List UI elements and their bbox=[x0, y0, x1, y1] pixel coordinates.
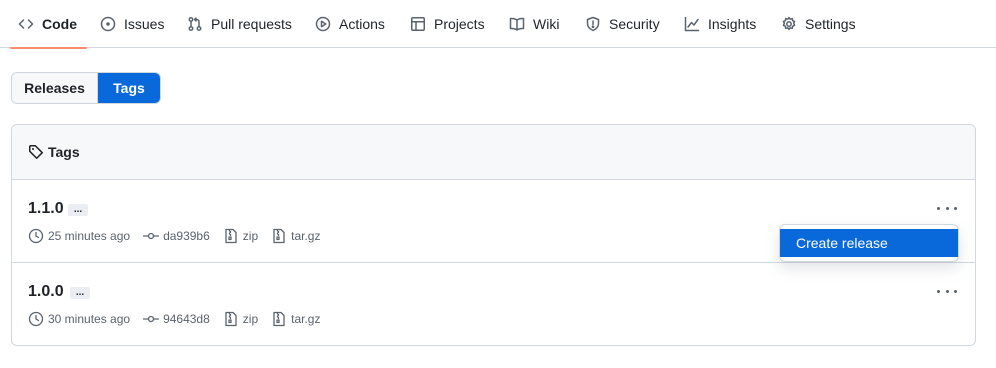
git-commit-icon bbox=[143, 232, 160, 240]
targz-download-link[interactable]: tar.gz bbox=[271, 311, 320, 327]
table-icon bbox=[411, 17, 425, 31]
graph-icon bbox=[684, 16, 700, 32]
file-zip-icon bbox=[273, 311, 285, 327]
zip-label: zip bbox=[242, 229, 259, 243]
tag-row: 1.0.0 ... 30 minutes ago 94643d8 zip tar… bbox=[12, 263, 975, 346]
tab-actions[interactable]: Actions bbox=[315, 0, 385, 48]
releases-tags-toggle: Releases Tags bbox=[11, 72, 161, 104]
tab-projects[interactable]: Projects bbox=[410, 0, 485, 48]
zip-label: zip bbox=[242, 312, 259, 326]
tags-box-title: Tags bbox=[48, 144, 80, 160]
tab-projects-label: Projects bbox=[434, 16, 485, 32]
zip-download-link[interactable]: zip bbox=[223, 228, 258, 244]
tab-settings[interactable]: Settings bbox=[781, 0, 856, 48]
expand-ellipsis-button[interactable]: ... bbox=[70, 287, 90, 299]
play-icon bbox=[315, 16, 331, 32]
targz-label: tar.gz bbox=[291, 229, 321, 243]
commit-hash: da939b6 bbox=[163, 229, 210, 243]
targz-label: tar.gz bbox=[291, 312, 321, 326]
tag-name-link[interactable]: 1.0.0 bbox=[28, 283, 64, 301]
commit-hash: 94643d8 bbox=[163, 312, 210, 326]
git-commit-icon bbox=[143, 315, 160, 323]
file-zip-icon bbox=[273, 228, 285, 244]
tag-time-text: 30 minutes ago bbox=[48, 312, 131, 326]
zip-download-link[interactable]: zip bbox=[223, 311, 258, 327]
tag-meta: 30 minutes ago 94643d8 zip tar.gz bbox=[28, 311, 333, 327]
clock-icon bbox=[28, 228, 44, 244]
tab-code-label: Code bbox=[42, 16, 77, 32]
commit-link[interactable]: 94643d8 bbox=[143, 311, 210, 327]
releases-button[interactable]: Releases bbox=[12, 73, 98, 103]
tab-security-label: Security bbox=[609, 16, 660, 32]
tag-icon bbox=[29, 145, 43, 159]
gear-icon bbox=[782, 16, 796, 31]
tag-name-link[interactable]: 1.1.0 bbox=[28, 200, 64, 218]
create-release-menu-item[interactable]: Create release bbox=[780, 229, 958, 257]
tab-wiki-label: Wiki bbox=[533, 16, 560, 32]
tab-pull-requests-label: Pull requests bbox=[211, 16, 292, 32]
kebab-horizontal-icon[interactable] bbox=[937, 200, 957, 216]
expand-ellipsis-button[interactable]: ... bbox=[68, 204, 88, 216]
tab-pull-requests[interactable]: Pull requests bbox=[187, 0, 292, 48]
tab-security[interactable]: Security bbox=[585, 0, 660, 48]
tab-insights-label: Insights bbox=[708, 16, 757, 32]
tab-code[interactable]: Code bbox=[10, 0, 87, 49]
tab-issues-label: Issues bbox=[124, 16, 165, 32]
file-zip-icon bbox=[225, 311, 237, 327]
tag-meta: 25 minutes ago da939b6 zip tar.gz bbox=[28, 228, 333, 244]
book-icon bbox=[509, 17, 525, 31]
tags-button[interactable]: Tags bbox=[98, 73, 160, 103]
file-zip-icon bbox=[225, 228, 237, 244]
tab-insights[interactable]: Insights bbox=[684, 0, 756, 48]
repo-nav: Code Issues Pull requests Actions Projec… bbox=[0, 0, 996, 49]
shield-icon bbox=[586, 16, 600, 32]
tag-timestamp: 25 minutes ago bbox=[28, 228, 130, 244]
kebab-horizontal-icon[interactable] bbox=[937, 283, 957, 299]
tag-time-text: 25 minutes ago bbox=[48, 229, 131, 243]
tab-actions-label: Actions bbox=[339, 16, 385, 32]
targz-download-link[interactable]: tar.gz bbox=[271, 228, 320, 244]
tab-issues[interactable]: Issues bbox=[100, 0, 164, 48]
clock-icon bbox=[28, 311, 44, 327]
tags-box-header: Tags bbox=[12, 125, 975, 180]
issue-opened-icon bbox=[100, 16, 116, 32]
tag-actions-menu: Create release bbox=[779, 224, 959, 262]
tag-timestamp: 30 minutes ago bbox=[28, 311, 130, 327]
git-pull-request-icon bbox=[188, 17, 202, 31]
code-icon bbox=[18, 19, 34, 29]
commit-link[interactable]: da939b6 bbox=[143, 228, 210, 244]
tab-settings-label: Settings bbox=[805, 16, 856, 32]
tab-wiki[interactable]: Wiki bbox=[509, 0, 559, 48]
